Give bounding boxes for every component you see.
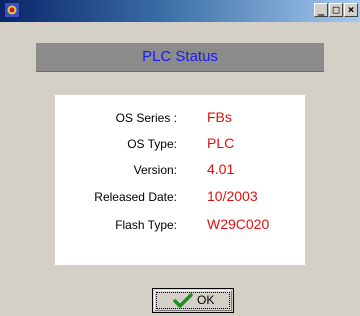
ok-button-focus-rect <box>156 292 230 309</box>
info-row-flash-type: Flash Type: W29C020 <box>55 216 305 236</box>
released-date-value: 10/2003 <box>207 188 258 204</box>
version-value: 4.01 <box>207 161 235 177</box>
info-row-os-series: OS Series : FBs <box>55 109 305 129</box>
os-type-label: OS Type: <box>127 137 177 151</box>
os-series-label: OS Series : <box>115 111 177 125</box>
checkmark-icon <box>173 293 193 308</box>
os-series-value: FBs <box>207 109 232 125</box>
close-button[interactable]: × <box>344 3 358 17</box>
minimize-button[interactable]: _ <box>314 3 328 17</box>
app-shield-icon[interactable] <box>5 3 19 17</box>
info-row-version: Version: 4.01 <box>55 161 305 181</box>
flash-type-label: Flash Type: <box>115 218 177 232</box>
ok-button[interactable]: OK <box>152 288 234 313</box>
info-row-released-date: Released Date: 10/2003 <box>55 188 305 208</box>
version-label: Version: <box>133 163 177 177</box>
page-title: PLC Status <box>142 48 218 65</box>
header-panel: PLC Status <box>36 43 324 72</box>
info-panel: OS Series : FBs OS Type: PLC Version: 4.… <box>55 95 305 265</box>
maximize-button[interactable]: □ <box>329 3 343 17</box>
os-type-value: PLC <box>207 135 235 151</box>
released-date-label: Released Date: <box>94 190 177 204</box>
info-row-os-type: OS Type: PLC <box>55 135 305 155</box>
ok-button-label: OK <box>197 293 215 307</box>
title-bar[interactable]: _ □ × <box>0 0 360 22</box>
flash-type-value: W29C020 <box>207 216 270 232</box>
plc-status-window: _ □ × PLC Status OS Series : FBs OS Type… <box>0 0 360 316</box>
